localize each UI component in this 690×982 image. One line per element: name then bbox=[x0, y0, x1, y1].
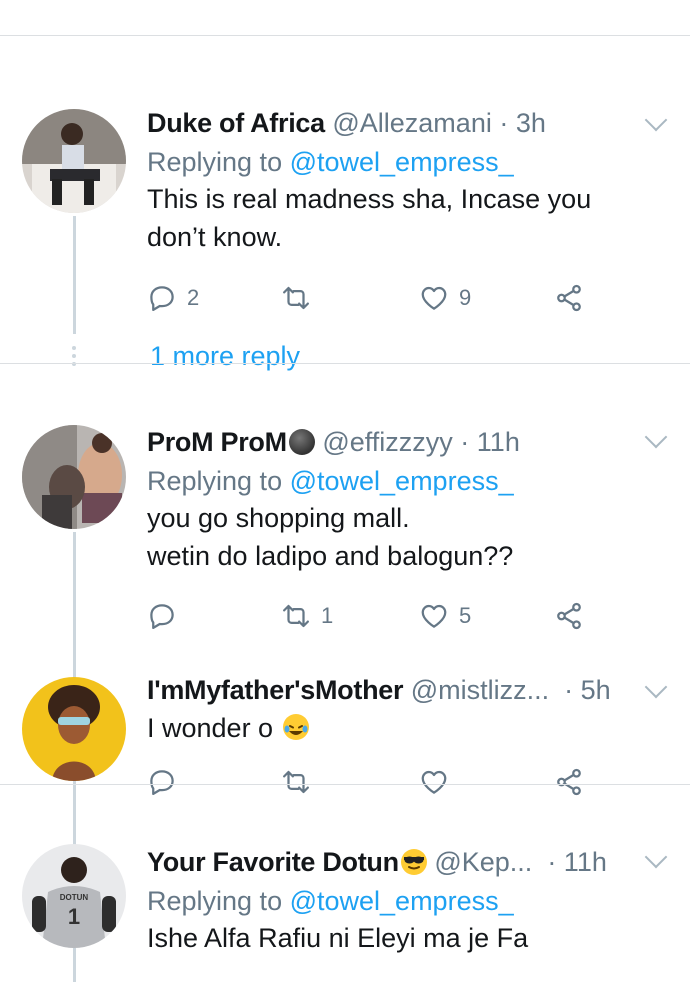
avatar[interactable] bbox=[22, 425, 126, 529]
retweet-button[interactable]: 1 bbox=[281, 601, 333, 631]
replying-to-link[interactable]: @towel_empress_ bbox=[290, 147, 514, 177]
tweet-text-line: you go shopping mall. bbox=[147, 503, 410, 533]
reply-icon bbox=[150, 286, 174, 311]
share-icon bbox=[557, 284, 581, 312]
laughing-emoji-icon bbox=[282, 713, 309, 740]
divider bbox=[0, 784, 690, 785]
jersey-number: 1 bbox=[68, 904, 80, 929]
timestamp[interactable]: · 3h bbox=[499, 106, 546, 140]
avatar[interactable] bbox=[22, 677, 126, 781]
share-button[interactable] bbox=[554, 601, 584, 631]
timestamp[interactable]: · 5h bbox=[564, 673, 611, 707]
tweet-text-line: wetin do ladipo and balogun?? bbox=[147, 541, 514, 571]
reply-icon bbox=[150, 604, 174, 629]
top-spacer bbox=[0, 0, 690, 36]
reply-count: 2 bbox=[187, 285, 200, 310]
retweet-count: 1 bbox=[321, 603, 334, 628]
tweet-text: Ishe Alfa Rafiu ni Eleyi ma je Fa bbox=[147, 919, 670, 957]
tweet-text-line: Ishe Alfa Rafiu ni Eleyi ma je Fa bbox=[147, 923, 529, 953]
reply-button[interactable] bbox=[147, 601, 187, 631]
retweet-button[interactable] bbox=[281, 767, 321, 797]
display-name[interactable]: Duke of Africa bbox=[147, 106, 325, 140]
replying-to-link[interactable]: @towel_empress_ bbox=[290, 466, 514, 496]
tweet-text: This is real madness sha, Incase you don… bbox=[147, 180, 670, 256]
retweet-button[interactable] bbox=[281, 283, 321, 313]
thread-line bbox=[73, 216, 76, 334]
tweet-text: I wonder o bbox=[147, 709, 670, 747]
timestamp[interactable]: · 11h bbox=[460, 425, 520, 459]
reply-button[interactable]: 2 bbox=[147, 283, 199, 313]
thread-line bbox=[73, 954, 76, 971]
tweet-header: Duke of Africa @Allezamani · 3h bbox=[147, 106, 670, 140]
tweet-text: you go shopping mall. wetin do ladipo an… bbox=[147, 499, 670, 575]
tweet-text-line: This is real madness sha, Incase you bbox=[147, 184, 592, 214]
like-icon bbox=[421, 604, 447, 628]
user-handle[interactable]: @Allezamani bbox=[332, 106, 491, 140]
like-button[interactable]: 9 bbox=[419, 283, 471, 313]
user-handle[interactable]: @mistlizz... bbox=[411, 673, 549, 707]
replying-to: Replying to @towel_empress_ bbox=[147, 463, 670, 499]
replying-prefix: Replying to bbox=[147, 466, 290, 496]
tweet-header: ProM ProM @effizzzyy · 11h bbox=[147, 425, 670, 459]
dark-face-emoji-icon bbox=[288, 429, 315, 455]
retweet-icon bbox=[283, 770, 309, 794]
sunglasses-emoji-icon bbox=[400, 849, 427, 875]
retweet-icon bbox=[283, 286, 309, 310]
share-button[interactable] bbox=[554, 767, 584, 797]
tweet-text-line: don’t know. bbox=[147, 222, 283, 252]
user-handle[interactable]: @effizzzyy bbox=[322, 425, 452, 459]
display-name[interactable]: I'mMyfather'sMother bbox=[147, 673, 403, 707]
tweet-header: I'mMyfather'sMother @mistlizz... · 5h bbox=[147, 673, 670, 707]
tweet-header: Your Favorite Dotun @Kep... · 11h bbox=[147, 845, 670, 879]
reply-icon bbox=[150, 770, 174, 795]
jersey-name: DOTUN bbox=[60, 893, 89, 902]
tweet-text-line: I wonder o bbox=[147, 713, 274, 743]
share-icon bbox=[557, 768, 581, 796]
replying-to-link[interactable]: @towel_empress_ bbox=[290, 886, 514, 916]
share-button[interactable] bbox=[554, 283, 584, 313]
timestamp[interactable]: · 11h bbox=[547, 845, 607, 879]
more-replies-link[interactable]: 1 more reply bbox=[150, 341, 300, 372]
replying-to: Replying to @towel_empress_ bbox=[147, 144, 670, 180]
like-icon bbox=[421, 286, 447, 310]
replying-prefix: Replying to bbox=[147, 886, 290, 916]
user-handle[interactable]: @Kep... bbox=[434, 845, 532, 879]
share-icon bbox=[557, 602, 581, 630]
avatar[interactable] bbox=[22, 109, 126, 213]
retweet-icon bbox=[283, 604, 309, 628]
thread-gap-dots bbox=[72, 346, 76, 370]
like-button[interactable] bbox=[419, 767, 459, 797]
display-name[interactable]: Your Favorite Dotun bbox=[147, 845, 399, 879]
like-count: 9 bbox=[459, 285, 472, 310]
replying-prefix: Replying to bbox=[147, 147, 290, 177]
like-count: 5 bbox=[459, 603, 472, 628]
like-button[interactable]: 5 bbox=[419, 601, 471, 631]
replying-to: Replying to @towel_empress_ bbox=[147, 883, 670, 919]
display-name[interactable]: ProM ProM bbox=[147, 425, 287, 459]
reply-button[interactable] bbox=[147, 767, 187, 797]
like-icon bbox=[421, 770, 447, 794]
avatar[interactable]: DOTUN 1 bbox=[22, 844, 126, 948]
divider bbox=[0, 363, 690, 364]
